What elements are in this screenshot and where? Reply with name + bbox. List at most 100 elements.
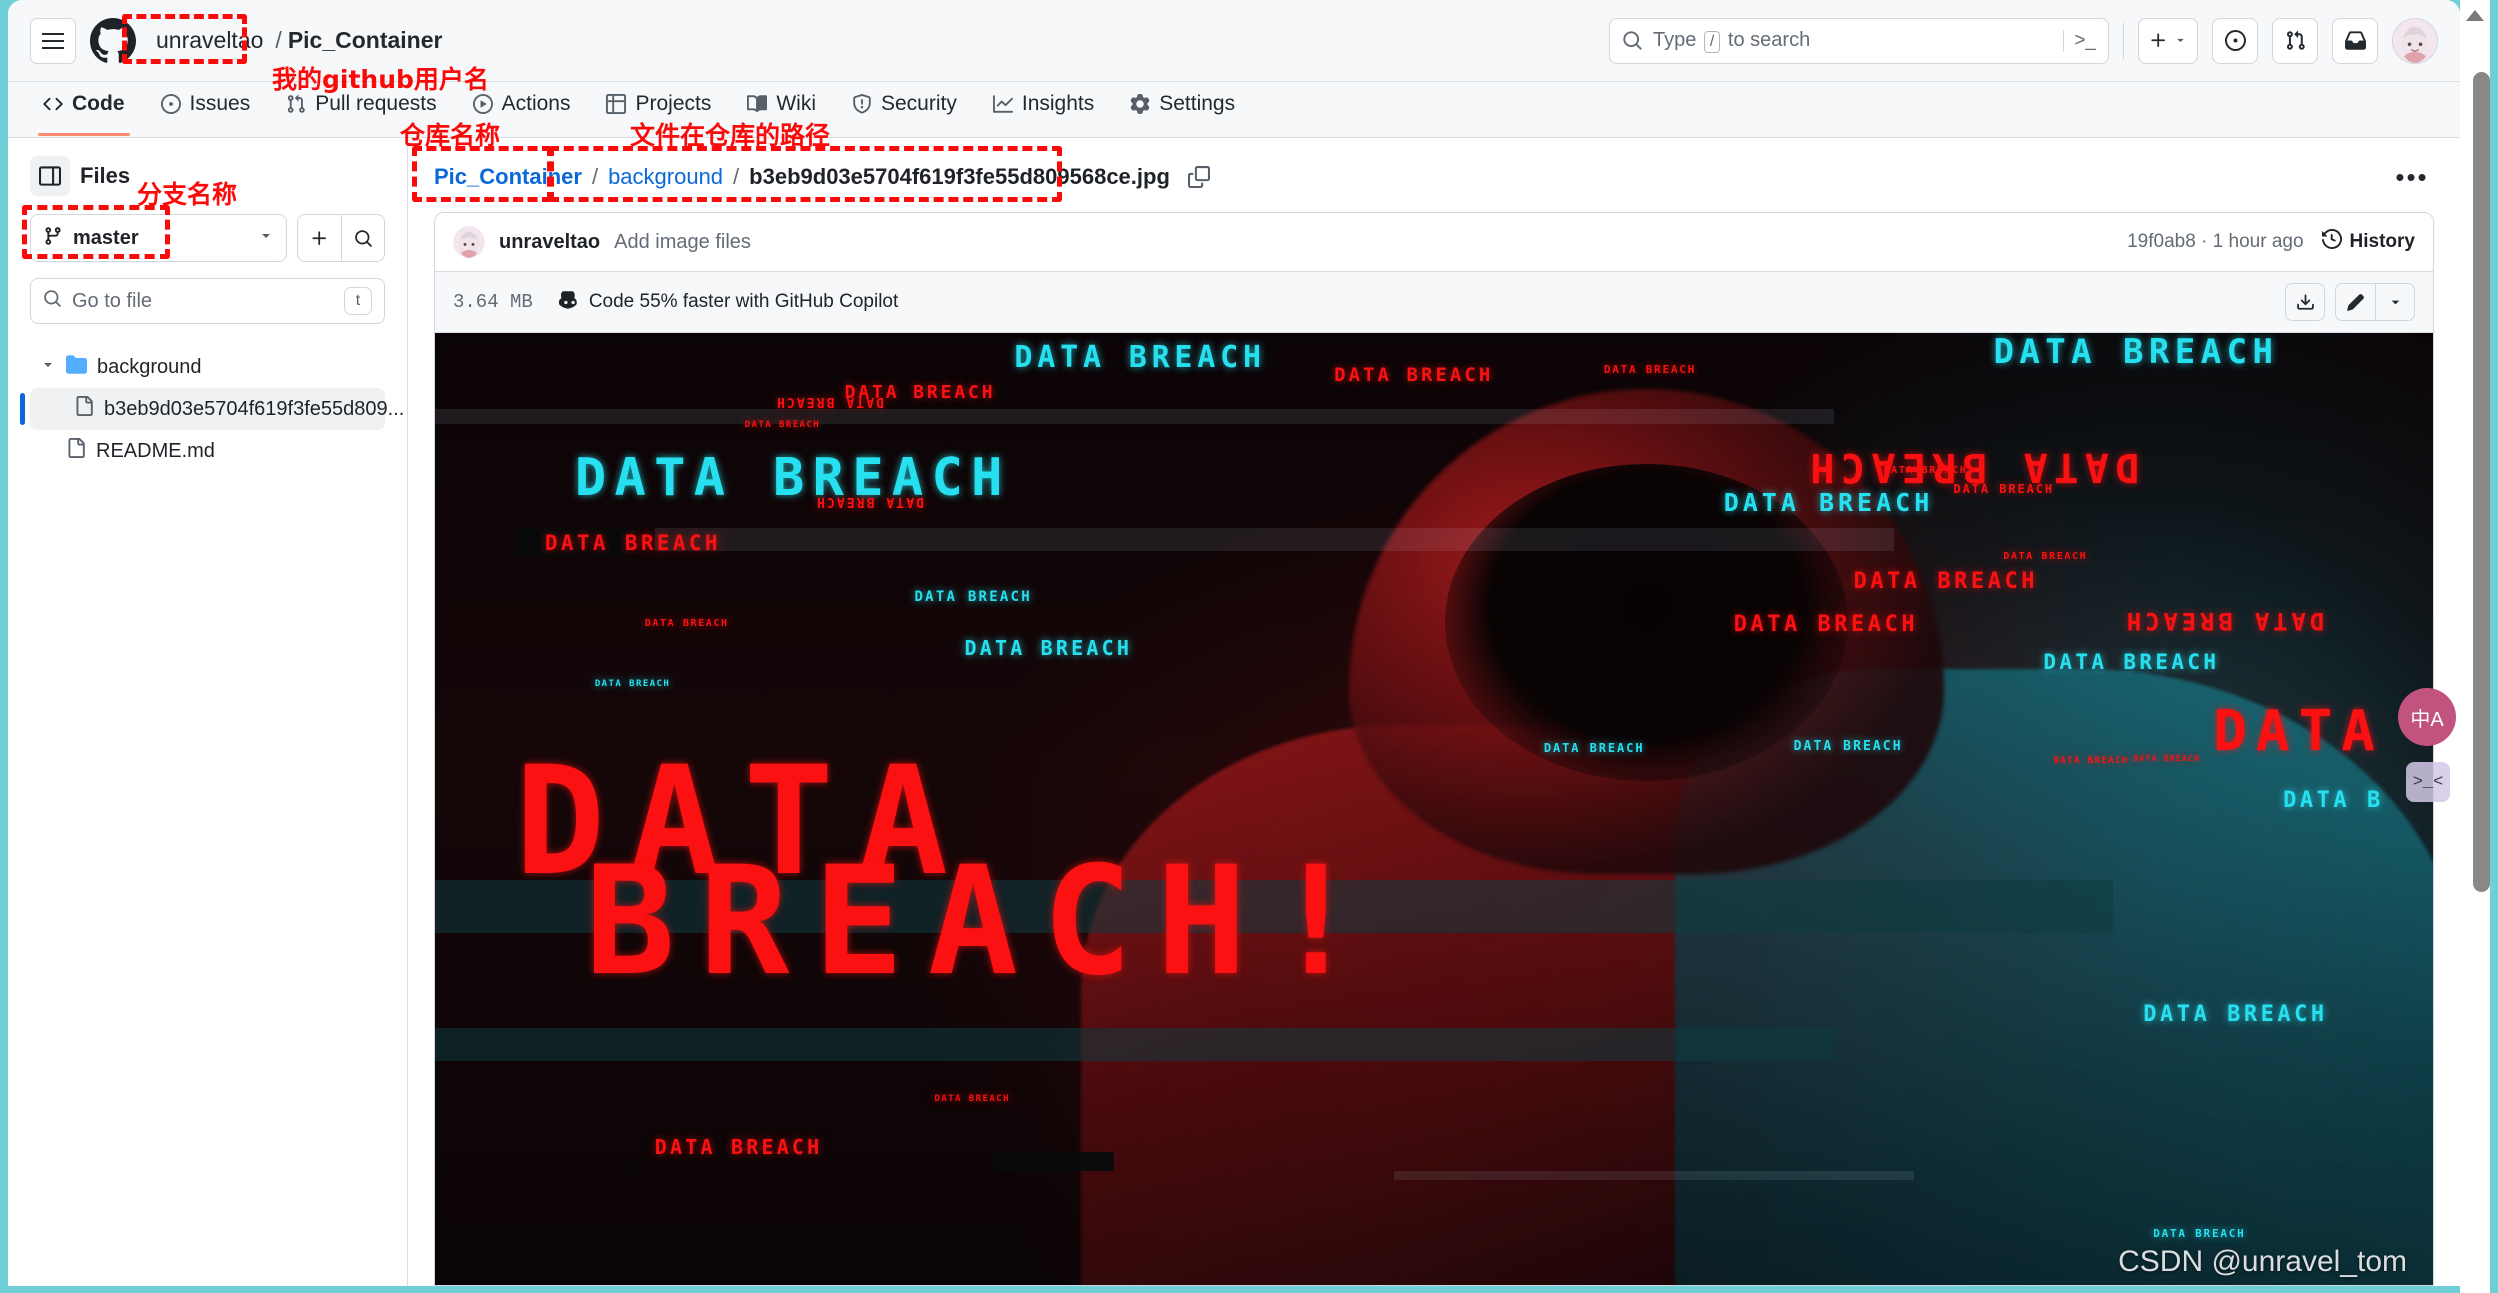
edit-file-button[interactable] [2335,283,2375,321]
commit-author-avatar[interactable] [453,226,485,258]
go-to-file-input[interactable]: Go to file t [30,278,385,324]
file-icon [74,396,94,422]
search-icon [1622,30,1643,51]
repo-name-link[interactable]: Pic_Container [288,27,443,54]
led-text: DATA BREACH [1733,611,1919,637]
browser-scrollbar[interactable] [2460,0,2490,1293]
tab-code[interactable]: Code [30,82,138,136]
tab-settings-label: Settings [1159,92,1236,115]
history-label: History [2349,231,2415,252]
copilot-cta-label: Code 55% faster with GitHub Copilot [588,291,899,312]
command-palette-icon[interactable]: >_ [2063,29,2096,52]
graph-icon [992,94,1013,114]
more-options-kebab-icon[interactable]: ••• [2390,158,2434,196]
browser-page: unraveltao / Pic_Container Type / to sea… [8,0,2460,1286]
file-card: unraveltao Add image files 19f0ab8 · 1 h… [434,212,2434,1286]
commit-author-name[interactable]: unraveltao [499,231,600,254]
files-panel-header: Files [30,156,385,196]
create-new-button[interactable] [2138,17,2198,64]
sidebar-actions [297,214,385,262]
repository-nav-tabs: Code Issues Pull requests Actions Projec… [8,82,2460,138]
led-text: DATA [2213,699,2384,765]
scrollbar-up-arrow-icon[interactable] [2466,10,2484,21]
led-text: DATA BREACH [774,393,884,409]
led-text: DATA BREACH [574,448,1011,508]
tab-wiki-label: Wiki [776,92,816,115]
tree-file-readme[interactable]: README.md [30,430,385,472]
led-text: DATA BREACH [2133,753,2201,763]
tab-settings[interactable]: Settings [1117,82,1248,126]
commit-meta: 19f0ab8 · 1 hour ago History [2127,228,2415,255]
latest-commit-bar: unraveltao Add image files 19f0ab8 · 1 h… [435,213,2433,272]
tab-insights-label: Insights [1021,92,1095,115]
tab-insights[interactable]: Insights [980,82,1107,126]
issues-button[interactable] [2212,17,2258,64]
search-files-button[interactable] [341,214,385,262]
github-logo-icon[interactable] [90,17,136,64]
tab-actions[interactable]: Actions [460,82,584,126]
tree-folder-background[interactable]: background [30,346,385,388]
led-text: DATA BREACH [744,419,821,430]
tab-projects[interactable]: Projects [593,82,724,126]
issue-opened-icon [160,94,181,114]
console-floating-button[interactable]: >_< [2406,762,2450,802]
tab-pull-requests[interactable]: Pull requests [273,82,449,126]
file-meta-bar: 3.64 MB Code 55% faster with GitHub Copi… [435,272,2433,333]
chevron-down-icon [258,228,274,249]
file-actions [2285,283,2415,321]
slash-key-hint: / [1703,30,1721,53]
commit-message[interactable]: Add image files [614,231,751,254]
notifications-inbox-button[interactable] [2332,17,2378,64]
history-link[interactable]: History [2321,228,2415,255]
glitch-band [435,409,1834,425]
image-preview: DATA BREACH DATA BREACH DATA BREACH DATA BR… [435,333,2433,1285]
branch-selector-row: master [30,214,385,262]
add-file-button[interactable] [297,214,341,262]
led-text: DATA BREACH [2153,1226,2246,1240]
hamburger-menu-icon[interactable] [30,17,76,64]
breadcrumb-repo-link[interactable]: Pic_Container [434,164,582,190]
copy-path-icon[interactable] [1187,166,1210,188]
tab-wiki[interactable]: Wiki [734,82,829,126]
branch-selector[interactable]: master [30,214,287,262]
tree-file-image[interactable]: b3eb9d03e5704f619f3fe55d809... [20,388,404,430]
search-input[interactable]: Type / to search >_ [1609,17,2109,64]
tab-issues[interactable]: Issues [148,82,264,126]
led-text: DATA BREACH [1793,739,1903,755]
download-button[interactable] [2285,283,2325,321]
search-placeholder-text: Type / to search [1653,28,1811,53]
breadcrumb-file-name: b3eb9d03e5704f619f3fe55d809568ce.jpg [749,164,1170,189]
breadcrumb: Pic_Container / background / b3eb9d03e57… [408,138,2460,212]
copilot-cta[interactable]: Code 55% faster with GitHub Copilot [558,289,899,316]
tab-security[interactable]: Security [839,82,970,126]
breadcrumb-folder-link[interactable]: background [608,164,723,190]
translate-floating-button[interactable]: 中A [2398,688,2456,746]
user-avatar[interactable] [2392,17,2438,64]
branch-name-label: master [73,226,139,249]
led-text: DATA BREACH [1953,482,2055,497]
search-icon [43,289,62,313]
repo-owner-link[interactable]: unraveltao [150,24,269,57]
file-tree-sidebar: Files master Go to file t background b3e… [8,138,408,1286]
file-icon [66,438,86,464]
file-tree: background b3eb9d03e5704f619f3fe55d809..… [20,346,404,472]
tab-projects-label: Projects [635,92,712,115]
sidebar-collapse-icon[interactable] [30,156,70,196]
breadcrumb-slash: / [591,164,599,189]
repo-breadcrumb-header: unraveltao / Pic_Container [150,24,442,57]
scrollbar-thumb[interactable] [2473,72,2490,892]
table-icon [606,94,627,114]
chevron-down-icon [40,356,56,379]
commit-sha-time[interactable]: 19f0ab8 · 1 hour ago [2127,231,2303,253]
data-breach-image: DATA BREACH DATA BREACH DATA BREACH DATA BR… [435,333,2433,1285]
led-text: DATA BREACH [2143,1002,2328,1028]
csdn-watermark: CSDN @unravel_tom [2118,1245,2407,1278]
led-text: DATA BREACH [1883,465,1968,477]
led-text: DATA BREACH [2053,755,2129,766]
pull-requests-button[interactable] [2272,17,2318,64]
edit-dropdown-button[interactable] [2375,283,2415,321]
scrollbar-track[interactable] [2466,34,2490,1293]
file-view-main: Pic_Container / background / b3eb9d03e57… [408,138,2460,1286]
led-text: DATA BREACH [2003,550,2088,562]
led-text: DATA BREACH [644,617,729,629]
